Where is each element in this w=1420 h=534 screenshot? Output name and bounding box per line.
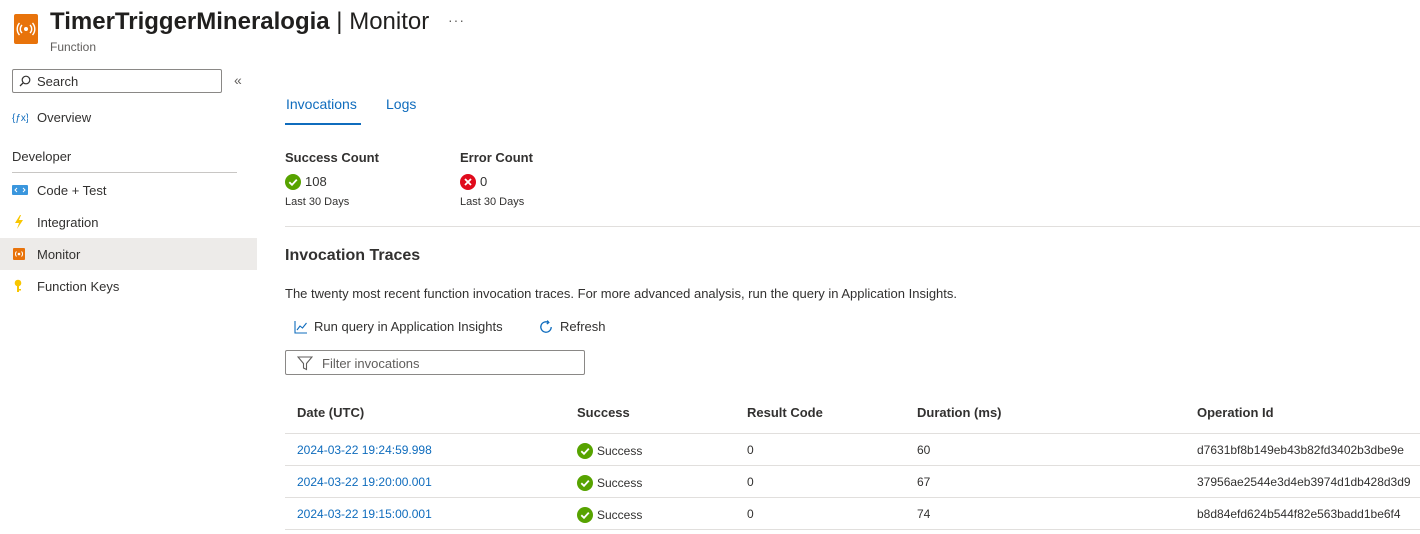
monitor-icon	[13, 248, 25, 260]
sidebar-item-overview[interactable]: {ƒx} Overview	[0, 101, 257, 133]
section-divider	[12, 172, 237, 173]
section-label-developer: Developer	[12, 149, 72, 164]
invocation-date-link[interactable]: 2024-03-22 19:20:00.001	[297, 475, 432, 489]
operation-id-cell: d7631bf8b149eb43b82fd3402b3dbe9e	[1197, 443, 1404, 457]
refresh-icon	[540, 319, 552, 333]
refresh-button[interactable]: Refresh	[538, 318, 606, 335]
table-row: 2024-03-22 19:24:59.998 Success 0 60 d76…	[285, 434, 1420, 466]
success-check-icon	[577, 475, 593, 491]
page-subtitle: Function	[50, 40, 97, 54]
function-icon: {ƒx}	[12, 113, 28, 124]
svg-text:{ƒx}: {ƒx}	[12, 113, 28, 124]
success-count-stat: Success Count 108 Last 30 Days	[285, 150, 379, 208]
success-cell: Success	[577, 507, 642, 523]
column-header-result-code[interactable]: Result Code	[747, 405, 823, 420]
operation-id-cell: b8d84efd624b544f82e563badd1be6f4	[1197, 507, 1401, 521]
duration-cell: 60	[917, 443, 931, 457]
stat-period: Last 30 Days	[460, 196, 525, 208]
filter-input[interactable]	[322, 354, 577, 372]
page-header: TimerTriggerMineralogia | Monitor Functi…	[0, 0, 1420, 62]
section-divider	[285, 226, 1420, 227]
invocations-table: Date (UTC) Success Result Code Duration …	[285, 390, 1420, 530]
success-check-icon	[285, 173, 301, 190]
success-cell: Success	[577, 475, 642, 491]
table-row: 2024-03-22 19:20:00.001 Success 0 67 379…	[285, 466, 1420, 498]
tab-invocations[interactable]: Invocations	[286, 96, 357, 112]
lightning-icon	[15, 215, 23, 229]
stat-title: Success Count	[285, 150, 379, 165]
stat-value: 0	[460, 173, 487, 190]
sidebar-item-label: Integration	[37, 215, 99, 230]
sidebar-search[interactable]	[12, 69, 222, 93]
invocation-date-link[interactable]: 2024-03-22 19:24:59.998	[297, 443, 432, 457]
success-check-icon	[577, 507, 593, 523]
result-code-cell: 0	[747, 475, 754, 489]
table-row: 2024-03-22 19:15:00.001 Success 0 74 b8d…	[285, 498, 1420, 530]
more-icon[interactable]: ···	[448, 12, 465, 28]
duration-cell: 67	[917, 475, 931, 489]
line-chart-icon	[294, 320, 307, 334]
invocation-traces-description: The twenty most recent function invocati…	[285, 286, 958, 301]
search-icon	[19, 75, 31, 87]
table-header: Date (UTC) Success Result Code Duration …	[285, 390, 1420, 434]
sidebar-item-label: Overview	[37, 110, 92, 125]
tab-logs[interactable]: Logs	[386, 96, 416, 112]
stat-period: Last 30 Days	[285, 196, 350, 208]
column-header-operation-id[interactable]: Operation Id	[1197, 405, 1274, 420]
page-title: TimerTriggerMineralogia | Monitor	[50, 8, 430, 35]
sidebar-item-label: Monitor	[37, 247, 81, 262]
stat-title: Error Count	[460, 150, 533, 165]
collapse-icon[interactable]: «	[234, 72, 242, 88]
function-app-icon	[14, 14, 38, 44]
column-header-duration[interactable]: Duration (ms)	[917, 405, 1002, 420]
success-cell: Success	[577, 443, 642, 459]
sidebar-item-integration[interactable]: Integration	[0, 206, 257, 238]
sidebar: « {ƒx} Overview Developer Code + Test In…	[0, 62, 257, 534]
search-input[interactable]	[37, 72, 217, 90]
sidebar-item-label: Function Keys	[37, 279, 120, 294]
filter-icon	[297, 356, 313, 371]
key-icon	[14, 279, 22, 292]
invocation-traces-heading: Invocation Traces	[285, 247, 421, 264]
error-count-stat: Error Count 0 Last 30 Days	[460, 150, 533, 208]
duration-cell: 74	[917, 507, 931, 521]
error-x-icon	[460, 173, 476, 190]
code-icon	[12, 185, 28, 195]
main-content: Invocations Logs Success Count 108 Last …	[285, 62, 1420, 534]
sidebar-item-monitor[interactable]: Monitor	[0, 238, 257, 270]
success-check-icon	[577, 443, 593, 459]
stat-value: 108	[285, 173, 327, 190]
result-code-cell: 0	[747, 443, 754, 457]
sidebar-item-label: Code + Test	[37, 183, 107, 198]
sidebar-item-function-keys[interactable]: Function Keys	[0, 270, 257, 302]
operation-id-cell: 37956ae2544e3d4eb3974d1db428d3d9	[1197, 475, 1411, 489]
active-tab-indicator	[285, 123, 361, 125]
invocation-date-link[interactable]: 2024-03-22 19:15:00.001	[297, 507, 432, 521]
column-header-date[interactable]: Date (UTC)	[297, 405, 364, 420]
column-header-success[interactable]: Success	[577, 405, 630, 420]
sidebar-item-code-test[interactable]: Code + Test	[0, 174, 257, 206]
filter-invocations[interactable]	[285, 350, 585, 375]
result-code-cell: 0	[747, 507, 754, 521]
run-query-button[interactable]: Run query in Application Insights	[294, 318, 503, 334]
